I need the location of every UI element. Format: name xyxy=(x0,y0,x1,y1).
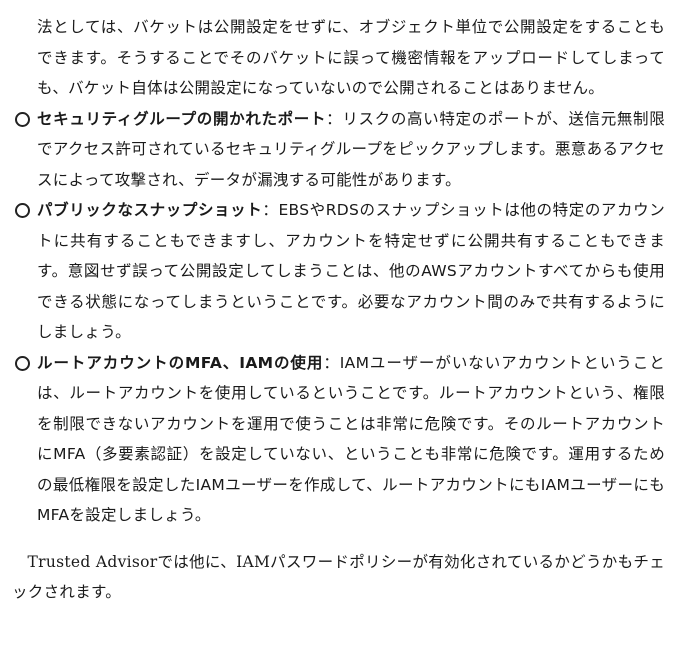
circle-bullet-icon xyxy=(15,111,30,127)
bullet-term: ルートアカウントのMFA、IAMの使用 xyxy=(37,353,324,372)
bullet-separator: ： xyxy=(326,109,343,128)
bullet-root-account-mfa: ルートアカウントのMFA、IAMの使用：IAMユーザーがいないアカウントというこ… xyxy=(12,348,665,531)
circle-bullet-icon xyxy=(15,203,30,218)
bullet-public-snapshot: パブリックなスナップショット：EBSやRDSのスナップショットは他の特定のアカウ… xyxy=(12,195,665,348)
bullet-text: IAMユーザーがいないアカウントということは、ルートアカウントを使用しているとい… xyxy=(37,353,665,525)
bullet-separator: ： xyxy=(323,353,340,372)
document-page: 法としては、バケットは公開設定をせずに、オブジェクト単位で公開設定をすることもで… xyxy=(0,0,681,669)
circle-bullet-icon xyxy=(15,355,30,371)
closing-paragraph: Trusted Advisorでは他に、IAMパスワードポリシーが有効化されてい… xyxy=(12,552,665,602)
intro-paragraph: 法としては、バケットは公開設定をせずに、オブジェクト単位で公開設定をすることもで… xyxy=(37,18,665,97)
bullet-text: EBSやRDSのスナップショットは他の特定のアカウントに共有することもできますし… xyxy=(37,201,665,341)
bullet-term: セキュリティグループの開かれたポート xyxy=(37,109,327,128)
bullet-term: パブリックなスナップショット xyxy=(37,201,263,219)
bullet-separator: ： xyxy=(262,201,279,219)
bullet-security-group: セキュリティグループの開かれたポート：リスクの高い特定のポートが、送信元無制限で… xyxy=(12,104,665,196)
